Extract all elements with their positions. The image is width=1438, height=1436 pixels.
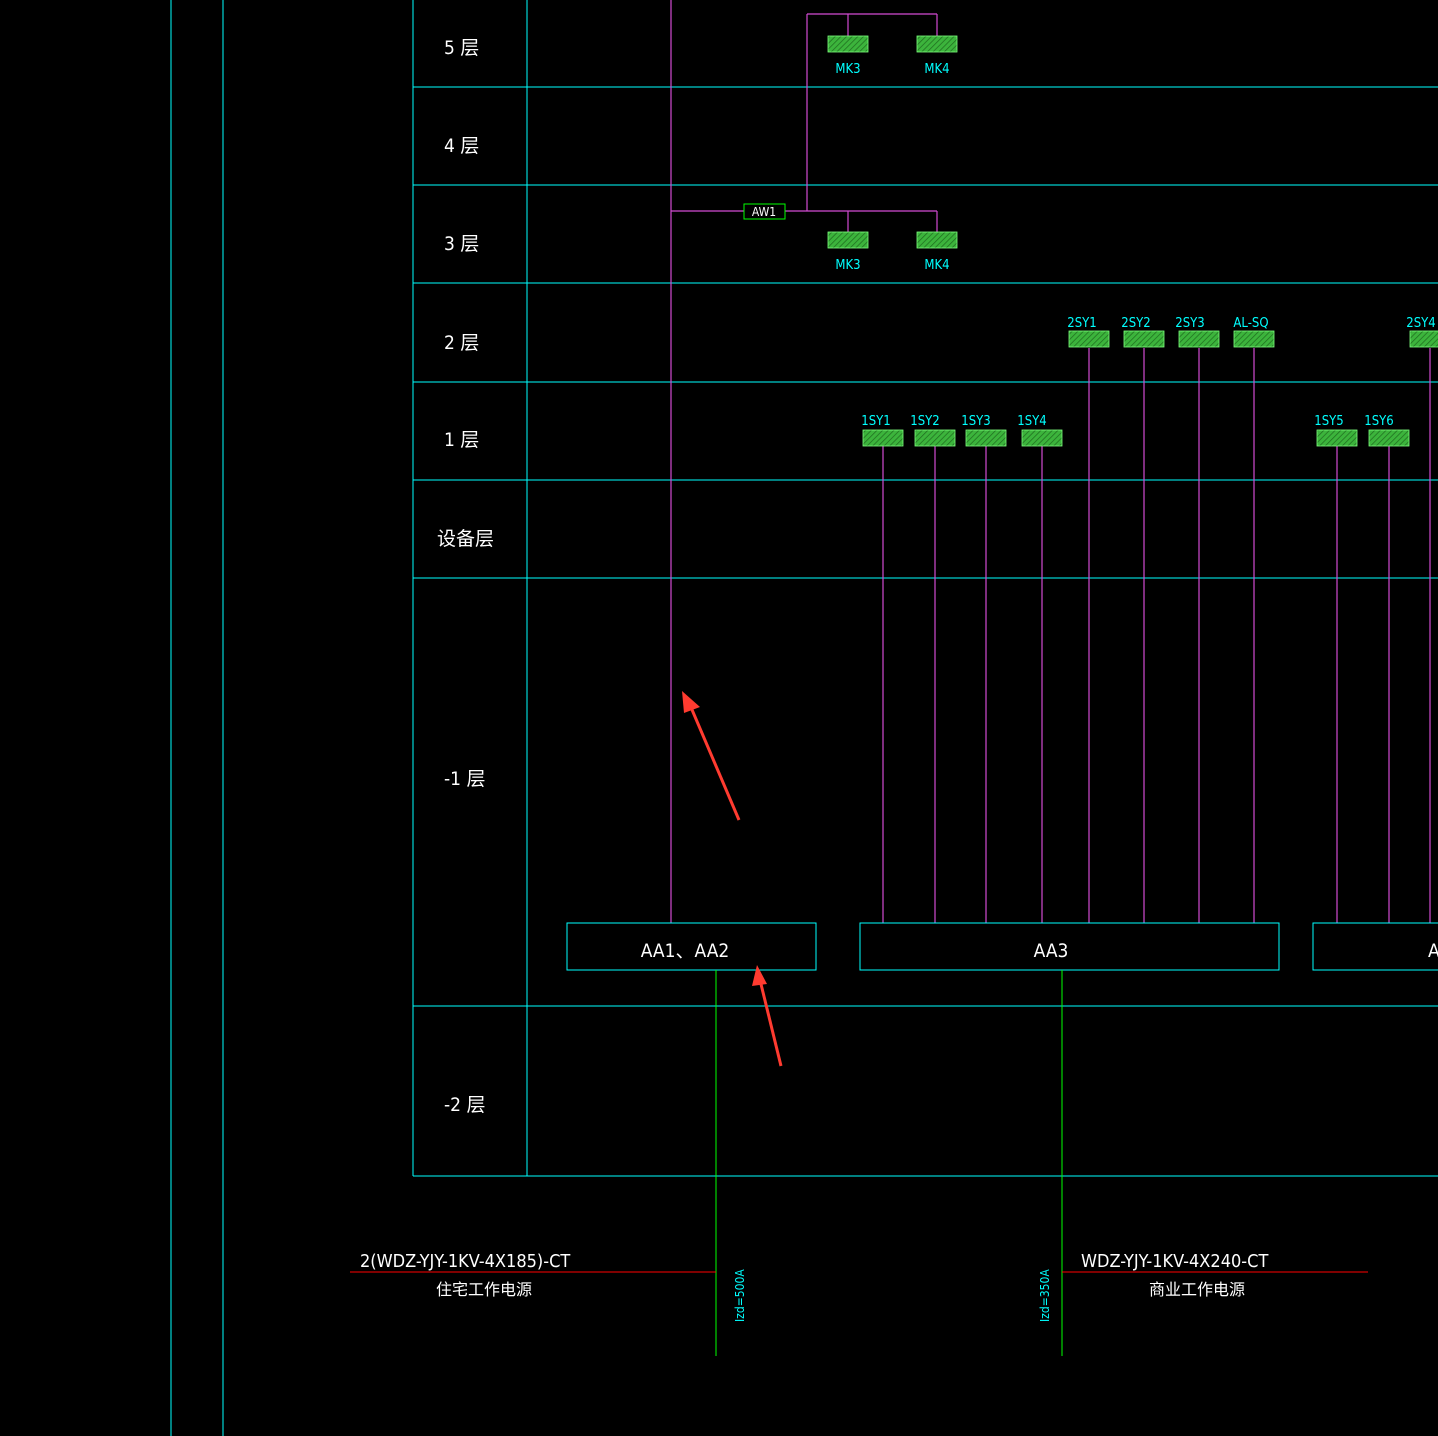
panel-1sy2: 1SY2: [910, 414, 956, 447]
floor-label-3: 3 层: [444, 233, 479, 255]
floor-label-4: 4 层: [444, 135, 479, 157]
panel-aw1: AW1: [743, 203, 786, 220]
panel-2sy4-label: 2SY4: [1406, 316, 1435, 331]
panel-mk3-3f: MK3: [827, 231, 869, 273]
panel-2sy2-label: 2SY2: [1121, 316, 1150, 331]
panel-2sy3-label: 2SY3: [1175, 316, 1204, 331]
floor-label-1: 1 层: [444, 429, 479, 451]
switchgear-aa1-aa2-label: AA1、AA2: [641, 940, 730, 962]
panel-mk3-3f-label: MK3: [835, 258, 860, 273]
floor-label-2: 2 层: [444, 332, 479, 354]
riser-lines: [670, 0, 1431, 923]
floor-table-grid: [412, 0, 1438, 1177]
residential-cable-spec: 2(WDZ-YJY-1KV-4X185)-CT: [360, 1251, 570, 1272]
panel-mk4-3f: MK4: [916, 231, 958, 273]
switchgear-aa3-label: AA3: [1034, 940, 1069, 962]
floor-label-equipment: 设备层: [437, 528, 494, 550]
panel-mk4-5f-label: MK4: [924, 62, 949, 77]
floor-label-5: 5 层: [444, 37, 479, 59]
panel-mk3-5f: MK3: [827, 35, 869, 77]
panel-1sy1-label: 1SY1: [861, 414, 890, 429]
floor-label-b1: -1 层: [444, 768, 485, 790]
panel-mk3-5f-label: MK3: [835, 62, 860, 77]
panel-mk4-5f: MK4: [916, 35, 958, 77]
floor-label-b2: -2 层: [444, 1094, 485, 1116]
commercial-cable-spec: WDZ-YJY-1KV-4X240-CT: [1081, 1251, 1268, 1272]
residential-power-note: 住宅工作电源: [436, 1280, 532, 1299]
panel-al-sq-label: AL-SQ: [1233, 316, 1268, 331]
incoming-feeder-lines: [715, 970, 1063, 1356]
panel-1sy4: 1SY4: [1017, 414, 1063, 447]
panel-1sy5-label: 1SY5: [1314, 414, 1343, 429]
switchgear-aa1-aa2: AA1、AA2: [566, 922, 817, 971]
residential-izd-label: Izd=500A: [733, 1269, 747, 1322]
panel-mk4-3f-label: MK4: [924, 258, 949, 273]
panel-1sy3: 1SY3: [961, 414, 1007, 447]
panel-2sy4: 2SY4: [1406, 316, 1438, 348]
annotation-arrow-switchgear: [752, 965, 783, 1067]
panel-2sy2: 2SY2: [1121, 316, 1165, 348]
panel-1sy4-label: 1SY4: [1017, 414, 1046, 429]
panel-2sy1-label: 2SY1: [1067, 316, 1096, 331]
panel-1sy2-label: 1SY2: [910, 414, 939, 429]
panel-1sy3-label: 1SY3: [961, 414, 990, 429]
panel-2sy3: 2SY3: [1175, 316, 1220, 348]
switchgear-aa3: AA3: [859, 922, 1280, 971]
panel-2sy1: 2SY1: [1067, 316, 1110, 348]
commercial-izd-label: Izd=350A: [1038, 1269, 1052, 1322]
panel-aw1-label: AW1: [752, 205, 776, 219]
switchgear-partial: A: [1312, 922, 1438, 971]
commercial-power-note: 商业工作电源: [1149, 1280, 1245, 1299]
electrical-riser-diagram: 5 层 4 层 3 层 2 层 1 层 设备层 -1 层 -2 层 AW1 MK…: [170, 0, 1438, 1436]
panel-1sy1: 1SY1: [861, 414, 904, 447]
panel-1sy6-label: 1SY6: [1364, 414, 1393, 429]
panel-al-sq: AL-SQ: [1233, 316, 1275, 348]
switchgear-partial-label: A: [1428, 940, 1438, 962]
panel-1sy5: 1SY5: [1314, 414, 1358, 447]
panel-1sy6: 1SY6: [1364, 414, 1410, 447]
annotation-arrow-riser: [682, 691, 741, 821]
